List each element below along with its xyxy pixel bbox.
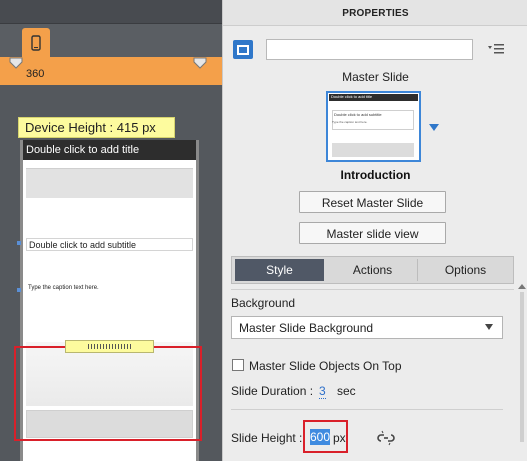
slide-height-label: Slide Height : bbox=[231, 431, 303, 445]
breakpoint-marker-left-icon[interactable] bbox=[8, 56, 24, 70]
breakpoint-value: 360 bbox=[26, 68, 45, 80]
slide-height-input[interactable]: 600 bbox=[310, 429, 330, 445]
master-slide-view-button[interactable]: Master slide view bbox=[299, 222, 446, 244]
slide-duration-unit: sec bbox=[337, 384, 356, 398]
divider bbox=[231, 409, 503, 410]
reset-master-slide-button[interactable]: Reset Master Slide bbox=[299, 191, 446, 213]
thumbnail-title: Double click to add title bbox=[329, 94, 418, 101]
stage-header-strip bbox=[26, 168, 193, 198]
tab-options[interactable]: Options bbox=[420, 259, 511, 281]
master-slide-heading: Master Slide bbox=[342, 70, 409, 84]
selected-master-name: Introduction bbox=[340, 168, 411, 182]
slide-height-unit: px bbox=[333, 431, 346, 445]
tab-style[interactable]: Style bbox=[235, 259, 324, 281]
stage-panel: 360 Double click to add title Double cli… bbox=[0, 0, 222, 461]
tab-actions[interactable]: Actions bbox=[328, 259, 418, 281]
selection-handle[interactable] bbox=[17, 241, 21, 245]
properties-panel: PROPERTIES Master Slide Double click to … bbox=[222, 0, 527, 461]
dropdown-arrow-icon[interactable] bbox=[485, 324, 493, 330]
stage-height-resize-handle[interactable] bbox=[65, 340, 154, 353]
master-slide-thumbnail[interactable]: Double click to add title Double click t… bbox=[326, 91, 421, 162]
thumbnail-footer bbox=[332, 143, 414, 157]
highlight-frame bbox=[14, 346, 202, 441]
unlink-icon[interactable] bbox=[376, 430, 396, 446]
mobile-device-tab[interactable] bbox=[22, 28, 50, 58]
stage-title-placeholder[interactable]: Double click to add title bbox=[23, 140, 196, 160]
list-menu-icon[interactable] bbox=[488, 43, 504, 55]
slide-duration-value[interactable]: 3 bbox=[319, 384, 326, 399]
divider bbox=[231, 289, 514, 290]
panel-title: PROPERTIES bbox=[223, 0, 527, 26]
breakpoint-marker-right-icon[interactable] bbox=[192, 56, 208, 70]
property-tabs: Style Actions Options bbox=[231, 256, 514, 284]
stage-subtitle-placeholder[interactable]: Double click to add subtitle bbox=[26, 238, 193, 251]
scrollbar[interactable] bbox=[518, 284, 526, 454]
slide-type-icon bbox=[233, 40, 253, 59]
objects-on-top-label: Master Slide Objects On Top bbox=[249, 359, 402, 373]
background-select[interactable]: Master Slide Background bbox=[231, 316, 503, 339]
phone-icon bbox=[31, 35, 41, 51]
background-label: Background bbox=[231, 296, 296, 310]
objects-on-top-checkbox[interactable] bbox=[232, 359, 244, 371]
stage-caption-placeholder[interactable]: Type the caption text here. bbox=[28, 285, 99, 291]
selection-handle[interactable] bbox=[17, 288, 21, 292]
thumbnail-caption: Type the caption text here. bbox=[332, 120, 368, 124]
slide-name-input[interactable] bbox=[266, 39, 473, 60]
stage-toolbar bbox=[0, 0, 222, 24]
device-height-label: Device Height : 415 px bbox=[18, 117, 175, 138]
grip-icon bbox=[88, 344, 132, 349]
chevron-down-icon[interactable] bbox=[429, 124, 439, 131]
slide-duration-label: Slide Duration : bbox=[231, 384, 314, 398]
